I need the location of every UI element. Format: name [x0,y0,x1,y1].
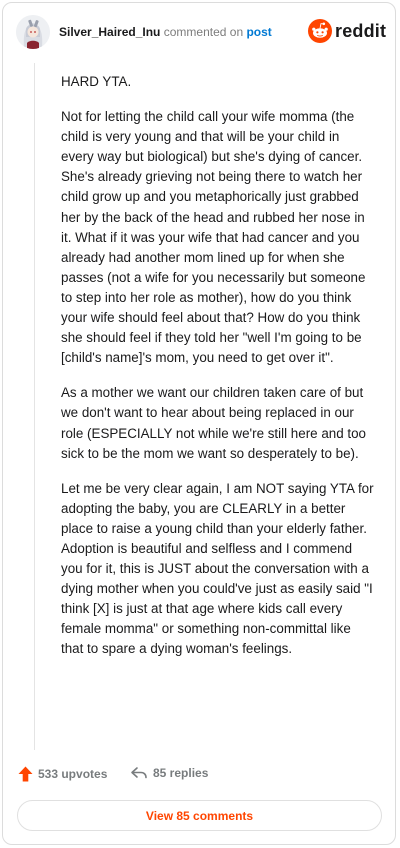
reddit-logo[interactable]: reddit [308,19,386,45]
reply-button[interactable]: 85 replies [130,766,208,780]
avatar-image [16,15,50,49]
comment-paragraph: As a mother we want our children taken c… [61,385,366,461]
upvote-count: 533 upvotes [38,767,108,781]
reply-count: 85 replies [153,766,209,780]
post-link[interactable]: post [246,25,271,39]
username-link[interactable]: Silver_Haired_Inu [59,25,160,39]
reddit-wordmark: reddit [335,21,387,41]
view-comments-button[interactable]: View 85 comments [17,800,382,831]
reddit-alien-icon [308,19,332,43]
comment-paragraph: HARD YTA. [61,74,132,89]
upvote-arrow-icon [18,766,33,782]
author-line: Silver_Haired_Inu commented on post [59,25,272,39]
comment-body: HARD YTA. Not for letting the child call… [61,72,375,675]
reply-arrow-icon [131,767,147,779]
thread-line[interactable] [34,63,35,750]
comment-actions: 533 upvotes 85 replies [18,764,378,786]
upvote-button[interactable]: 533 upvotes [18,766,107,782]
user-avatar[interactable] [16,15,50,49]
comment-paragraph: Not for letting the child call your wife… [61,109,366,366]
comment-header: Silver_Haired_Inu commented on post redd… [16,15,386,51]
commented-on-text: commented on [163,25,244,39]
comment-paragraph: Let me be very clear again, I am NOT say… [61,480,374,657]
